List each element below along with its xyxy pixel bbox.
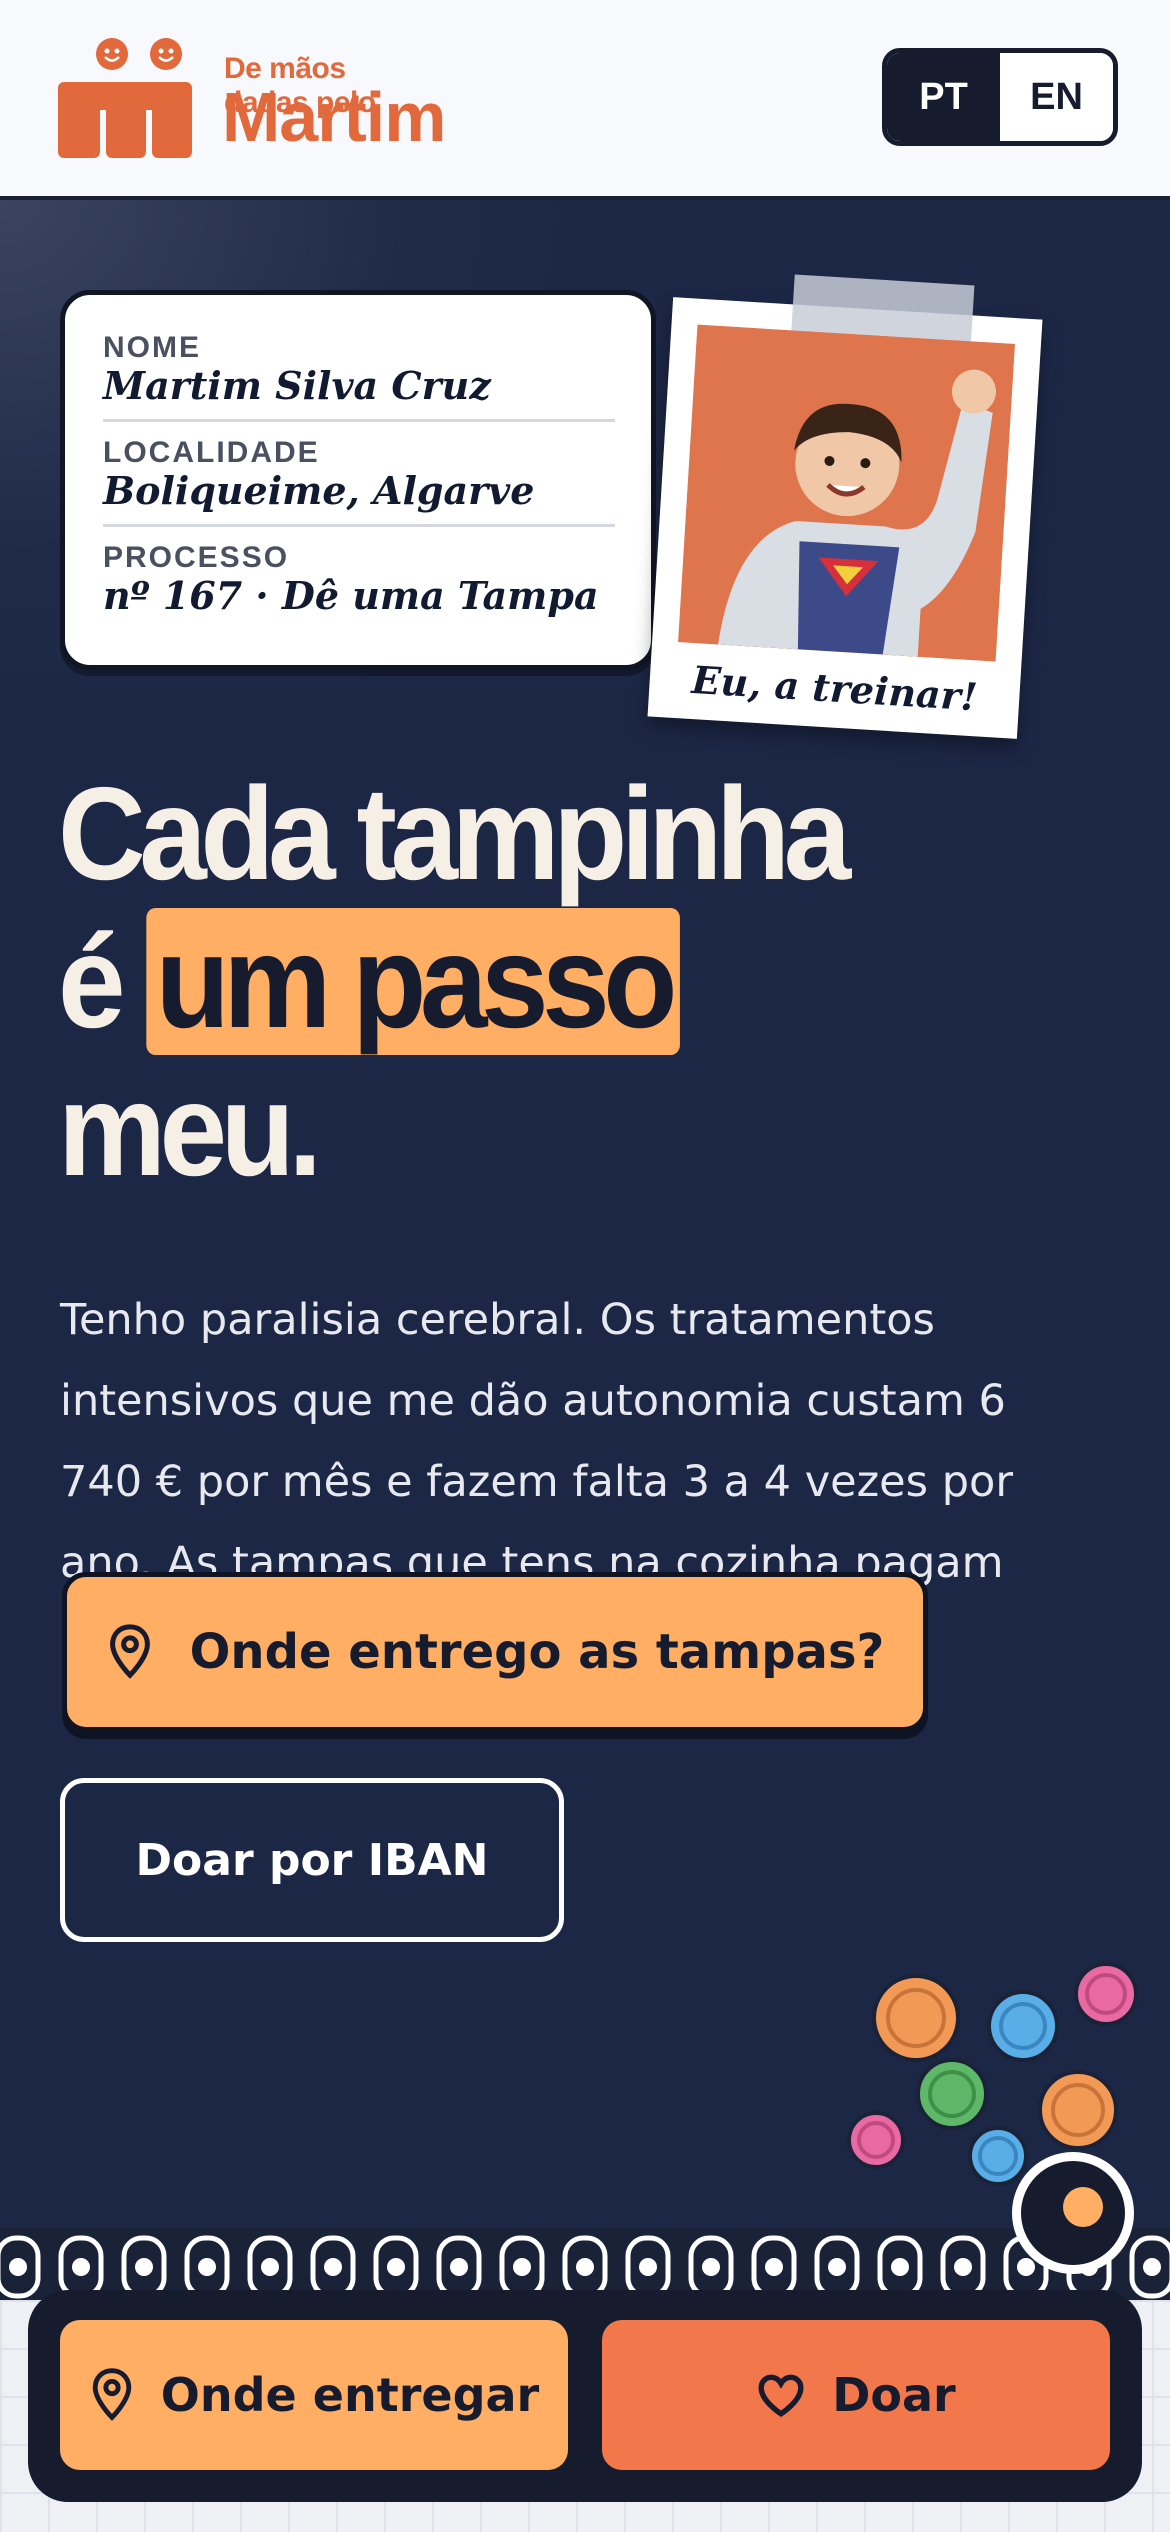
photo-caption: Eu, a treinar!: [690, 656, 979, 720]
site-header: De mãos dadas pelo Martim PT EN: [0, 0, 1170, 200]
field-value: nº 167 · Dê uma Tampa: [103, 572, 599, 618]
field-label: LOCALIDADE: [103, 435, 320, 469]
headline-line3: meu.: [58, 1056, 322, 1203]
id-card: NOME Martim Silva Cruz LOCALIDADE Boliqu…: [60, 290, 656, 670]
strip-dot: [513, 2258, 531, 2276]
heart-icon: [758, 2374, 804, 2417]
polaroid-photo: Eu, a treinar!: [647, 274, 1043, 739]
child-illustration: [678, 324, 1015, 662]
floating-action-button[interactable]: [1012, 2152, 1134, 2274]
language-switch: PT EN: [882, 48, 1118, 146]
strip-dot: [702, 2258, 720, 2276]
where-to-deliver-button[interactable]: Onde entrego as tampas?: [62, 1572, 928, 1732]
field-label: PROCESSO: [103, 540, 290, 574]
strip-dot: [891, 2258, 909, 2276]
donate-iban-button[interactable]: Doar por IBAN: [60, 1778, 564, 1942]
strip-dot: [324, 2258, 342, 2276]
field-value: Martim Silva Cruz: [103, 363, 491, 408]
bottom-where-to-deliver-button[interactable]: Onde entregar: [60, 2320, 568, 2470]
strip-dot: [765, 2258, 783, 2276]
bottom-donate-button[interactable]: Doar: [602, 2320, 1110, 2470]
headline-word: é: [58, 908, 126, 1055]
strip-dot: [828, 2258, 846, 2276]
button-label: Doar: [832, 2368, 956, 2422]
fab-dot: [1063, 2187, 1103, 2227]
strip-dot: [1143, 2258, 1161, 2276]
strip-dot: [261, 2258, 279, 2276]
lang-en-button[interactable]: EN: [1000, 53, 1113, 141]
button-label: Onde entregar: [160, 2368, 540, 2422]
field-value: Boliqueime, Algarve: [103, 467, 535, 513]
logo[interactable]: De mãos dadas pelo Martim: [56, 34, 446, 164]
strip-dot: [450, 2258, 468, 2276]
strip-dot: [135, 2258, 153, 2276]
strip-dot: [1017, 2258, 1035, 2276]
bottom-action-bar: Onde entregar Doar: [28, 2290, 1142, 2502]
child-photo: [678, 324, 1015, 662]
lang-pt-button[interactable]: PT: [887, 53, 1000, 141]
card-field-location: LOCALIDADE Boliqueime, Algarve: [103, 435, 615, 527]
strip-dot: [954, 2258, 972, 2276]
field-label: NOME: [103, 331, 201, 364]
button-label: Doar por IBAN: [135, 1834, 489, 1886]
strip-dot: [639, 2258, 657, 2276]
logo-name: Martim: [222, 78, 446, 156]
strip-dot: [72, 2258, 90, 2276]
headline-line2: é um passo: [58, 908, 845, 1056]
logo-mark-icon: [58, 38, 192, 158]
headline-line1: Cada tampinha: [58, 760, 851, 907]
location-pin-icon: [92, 2368, 131, 2421]
card-field-name: NOME Martim Silva Cruz: [103, 333, 615, 422]
button-label: Onde entrego as tampas?: [189, 1624, 885, 1680]
headline-highlight: um passo: [146, 908, 681, 1055]
strip-dot: [9, 2258, 27, 2276]
location-pin-icon: [109, 1624, 150, 1679]
strip-dot: [198, 2258, 216, 2276]
card-field-process: PROCESSO nº 167 · Dê uma Tampa: [103, 540, 615, 629]
strip-dot: [576, 2258, 594, 2276]
strip-dot: [387, 2258, 405, 2276]
hero-headline: Cada tampinha é um passo meu.: [58, 760, 851, 1204]
